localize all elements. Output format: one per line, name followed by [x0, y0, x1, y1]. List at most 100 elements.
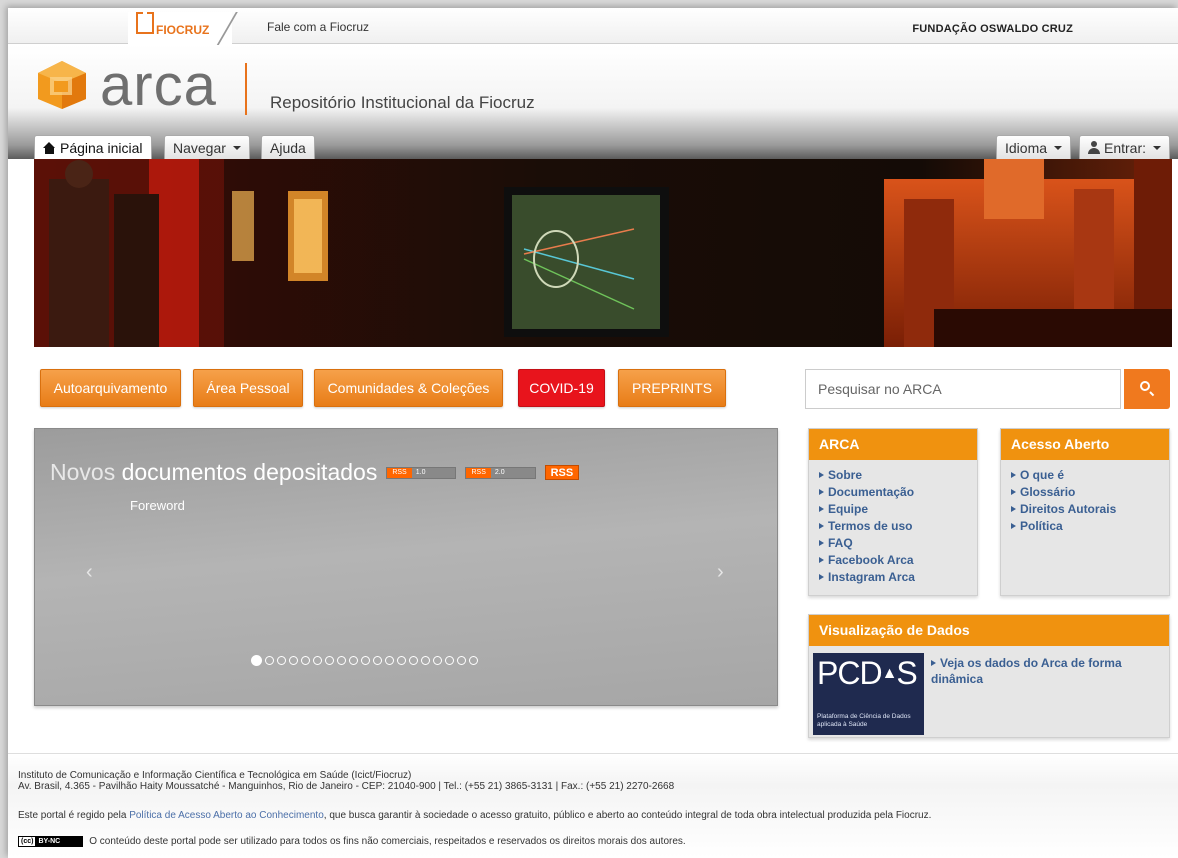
- area-pessoal-button[interactable]: Área Pessoal: [193, 369, 303, 407]
- preprints-button[interactable]: PREPRINTS: [618, 369, 726, 407]
- home-icon: [43, 141, 56, 154]
- arca-panel-link-label: Termos de uso: [828, 519, 913, 533]
- carousel-dot[interactable]: [277, 656, 286, 665]
- acesso-aberto-panel-link-label: O que é: [1020, 468, 1065, 482]
- arca-panel: ARCA Sobre Documentação Equipe Termos de us…: [808, 428, 978, 596]
- carousel-item-title[interactable]: Foreword: [130, 498, 185, 513]
- footer-address: Instituto de Comunicação e Informação Ci…: [18, 770, 674, 792]
- fundacao-label[interactable]: FUNDAÇÃO OSWALDO CRUZ: [912, 23, 1073, 35]
- footer-license-text: O conteúdo deste portal pode ser utiliza…: [89, 836, 686, 847]
- triangle-right-icon: [1011, 489, 1016, 495]
- acesso-aberto-panel: Acesso Aberto O que é Glossário Direitos A…: [1000, 428, 1170, 596]
- arca-panel-link-label: Facebook Arca: [828, 553, 914, 567]
- arca-panel-link[interactable]: FAQ: [819, 535, 977, 552]
- arca-panel-link[interactable]: Equipe: [819, 501, 977, 518]
- nav-navegar-dropdown[interactable]: Navegar: [164, 135, 250, 159]
- search-input[interactable]: [805, 369, 1121, 409]
- carousel-dot[interactable]: [373, 656, 382, 665]
- nav-entrar-dropdown[interactable]: Entrar:: [1079, 135, 1171, 159]
- autoarquivamento-button[interactable]: Autoarquivamento: [40, 369, 181, 407]
- triangle-right-icon: [819, 489, 824, 495]
- nav-idioma-dropdown[interactable]: Idioma: [996, 135, 1072, 159]
- acesso-aberto-panel-link-label: Direitos Autorais: [1020, 502, 1117, 516]
- recent-submissions-carousel[interactable]: Novos documentos depositados RSS 1.0 RSS 2…: [34, 428, 778, 706]
- rss-1-0-feed-link[interactable]: RSS 1.0: [386, 466, 457, 479]
- page-frame: FIOCRUZ Fale com a Fiocruz FUNDAÇÃO OSWA…: [8, 8, 1178, 858]
- arca-panel-link[interactable]: Termos de uso: [819, 518, 977, 535]
- pcdas-data-link-label: Veja os dados do Arca de forma dinâmica: [931, 656, 1122, 686]
- carousel-dot[interactable]: [265, 656, 274, 665]
- footer-policy: Este portal é regido pela Política de Ac…: [18, 810, 931, 821]
- footer-policy-text-a: Este portal é regido pela: [18, 810, 130, 821]
- arca-panel-link[interactable]: Documentação: [819, 484, 977, 501]
- rss-badge-right: 1.0: [411, 467, 456, 478]
- carousel-dot[interactable]: [433, 656, 442, 665]
- carousel-dot[interactable]: [361, 656, 370, 665]
- carousel-prev-icon[interactable]: ‹: [86, 561, 93, 584]
- arca-panel-link-label: Instagram Arca: [828, 570, 915, 584]
- triangle-right-icon: [1011, 523, 1016, 529]
- pcdas-logo-pcd: PCD: [817, 655, 883, 691]
- arca-logo-text[interactable]: arca: [100, 57, 217, 115]
- cc-by-nc-license-link[interactable]: (cc) BY-NC: [18, 836, 84, 847]
- carousel-indicators: [251, 655, 478, 666]
- search-button[interactable]: [1124, 369, 1170, 409]
- arca-panel-link[interactable]: Instagram Arca: [819, 569, 977, 586]
- comunidades-colecoes-button[interactable]: Comunidades & Coleções: [314, 369, 503, 407]
- carousel-dot[interactable]: [313, 656, 322, 665]
- acesso-aberto-link-list: O que é Glossário Direitos Autorais Polític…: [1001, 460, 1169, 535]
- arca-panel-link-label: Sobre: [828, 468, 863, 482]
- acesso-aberto-panel-link[interactable]: Glossário: [1011, 484, 1169, 501]
- carousel-dot[interactable]: [421, 656, 430, 665]
- arca-panel-link[interactable]: Sobre: [819, 467, 977, 484]
- carousel-next-icon[interactable]: ›: [717, 561, 724, 584]
- triangle-right-icon: [819, 540, 824, 546]
- carousel-dot[interactable]: [325, 656, 334, 665]
- covid-19-button[interactable]: COVID-19: [518, 369, 605, 407]
- footer-institute: Instituto de Comunicação e Informação Ci…: [18, 770, 412, 781]
- acesso-aberto-panel-link[interactable]: Direitos Autorais: [1011, 501, 1169, 518]
- fale-com-fiocruz-link[interactable]: Fale com a Fiocruz: [267, 20, 369, 34]
- carousel-dot[interactable]: [251, 655, 262, 666]
- repository-title: Repositório Institucional da Fiocruz: [270, 93, 535, 112]
- triangle-right-icon: [1011, 506, 1016, 512]
- footer-policy-text-b: , que busca garantir à sociedade o acess…: [323, 810, 932, 821]
- arca-logo-icon[interactable]: [33, 59, 91, 111]
- pcdas-logo[interactable]: PCD▲S Plataforma de Ciência de Dados apl…: [813, 653, 924, 735]
- fiocruz-tab[interactable]: FIOCRUZ: [128, 12, 238, 46]
- tab-divider: [216, 12, 238, 46]
- nav-ajuda-label: Ajuda: [270, 139, 306, 156]
- carousel-dot[interactable]: [469, 656, 478, 665]
- triangle-right-icon: [819, 472, 824, 478]
- pcdas-data-link[interactable]: Veja os dados do Arca de forma dinâmica: [931, 655, 1151, 687]
- acesso-aberto-panel-link[interactable]: O que é: [1011, 467, 1169, 484]
- carousel-title: Novos documentos depositados RSS 1.0 RSS 2…: [50, 459, 580, 486]
- triangle-right-icon: [819, 557, 824, 563]
- carousel-dot[interactable]: [289, 656, 298, 665]
- site-header: arca Repositório Institucional da Fiocru…: [8, 45, 1178, 159]
- banner-image: [34, 159, 1172, 347]
- rss-feed-link[interactable]: RSS: [544, 465, 580, 480]
- open-access-policy-link[interactable]: Política de Acesso Aberto ao Conheciment…: [129, 810, 324, 821]
- rss-badge-left: RSS: [387, 467, 412, 478]
- data-visualization-panel-title: Visualização de Dados: [809, 615, 1169, 646]
- footer-license: (cc) BY-NC O conteúdo deste portal pode s…: [18, 836, 686, 847]
- carousel-dot[interactable]: [445, 656, 454, 665]
- carousel-dot[interactable]: [409, 656, 418, 665]
- carousel-dot[interactable]: [385, 656, 394, 665]
- carousel-dot[interactable]: [457, 656, 466, 665]
- rss-2-0-feed-link[interactable]: RSS 2.0: [465, 466, 536, 479]
- fiocruz-logo[interactable]: FIOCRUZ: [136, 12, 209, 36]
- arca-link-list: Sobre Documentação Equipe Termos de uso FAQ F…: [809, 460, 977, 586]
- cc-badge-left: (cc): [19, 837, 36, 846]
- carousel-dot[interactable]: [301, 656, 310, 665]
- acesso-aberto-panel-link[interactable]: Política: [1011, 518, 1169, 535]
- carousel-dot[interactable]: [337, 656, 346, 665]
- carousel-dot[interactable]: [349, 656, 358, 665]
- arca-panel-title: ARCA: [809, 429, 977, 460]
- data-visualization-panel: Visualização de Dados PCD▲S Plataforma d…: [808, 614, 1170, 738]
- nav-ajuda-tab[interactable]: Ajuda: [261, 135, 315, 159]
- arca-panel-link[interactable]: Facebook Arca: [819, 552, 977, 569]
- carousel-dot[interactable]: [397, 656, 406, 665]
- nav-home-tab[interactable]: Página inicial: [34, 135, 152, 159]
